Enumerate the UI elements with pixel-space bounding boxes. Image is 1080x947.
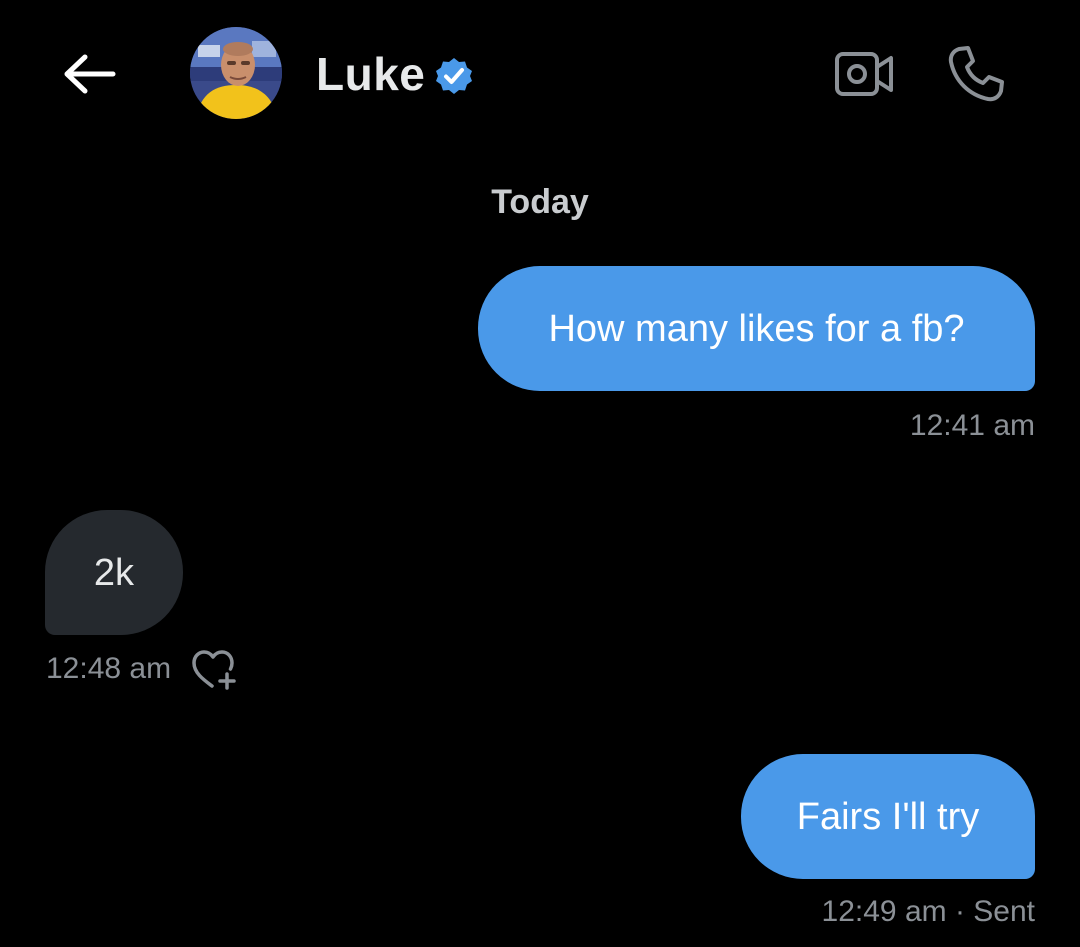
- video-call-button[interactable]: [830, 44, 898, 104]
- verified-badge-icon: [436, 58, 472, 94]
- message-bubble-outgoing[interactable]: How many likes for a fb?: [478, 266, 1035, 391]
- back-button[interactable]: [60, 46, 120, 102]
- voice-call-button[interactable]: [940, 40, 1012, 108]
- conversation-header: Luke: [0, 0, 1080, 150]
- message-timestamp: 12:48 am: [46, 652, 172, 685]
- message-text: 2k: [93, 551, 135, 594]
- day-separator: Today: [491, 183, 589, 221]
- heart-plus-icon: [192, 650, 236, 690]
- phone-icon: [948, 46, 1004, 102]
- message-timestamp: 12:41 am: [909, 409, 1035, 442]
- message-timestamp-status: 12:49 am · Sent: [821, 895, 1035, 928]
- message-text: Fairs I'll try: [796, 795, 980, 838]
- contact-name[interactable]: Luke: [316, 46, 425, 102]
- add-reaction-button[interactable]: [190, 648, 240, 692]
- avatar[interactable]: [190, 27, 282, 119]
- message-bubble-outgoing[interactable]: Fairs I'll try: [741, 754, 1035, 879]
- video-camera-icon: [835, 52, 893, 96]
- message-bubble-incoming[interactable]: 2k: [45, 510, 183, 635]
- message-text: How many likes for a fb?: [548, 307, 965, 350]
- arrow-left-icon: [64, 54, 116, 94]
